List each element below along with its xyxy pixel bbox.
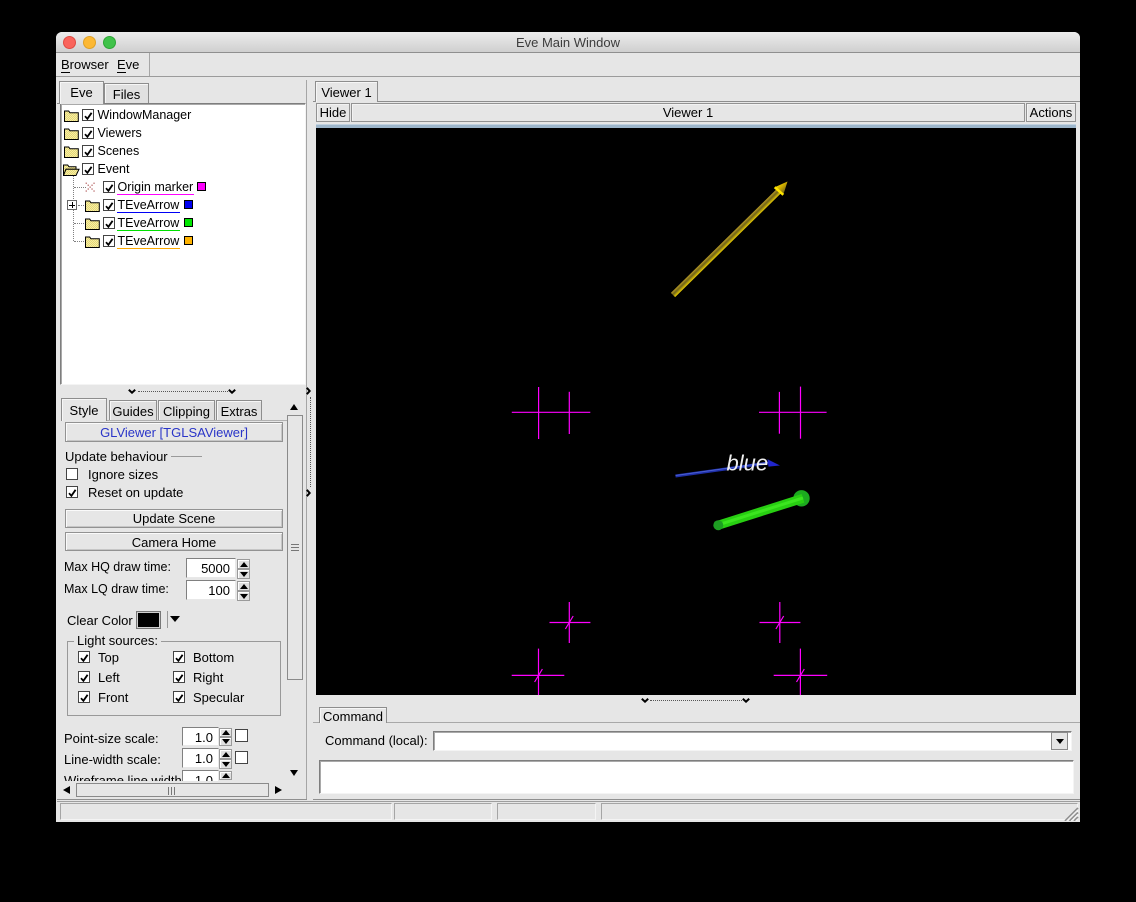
svg-text:blue: blue xyxy=(727,451,769,476)
